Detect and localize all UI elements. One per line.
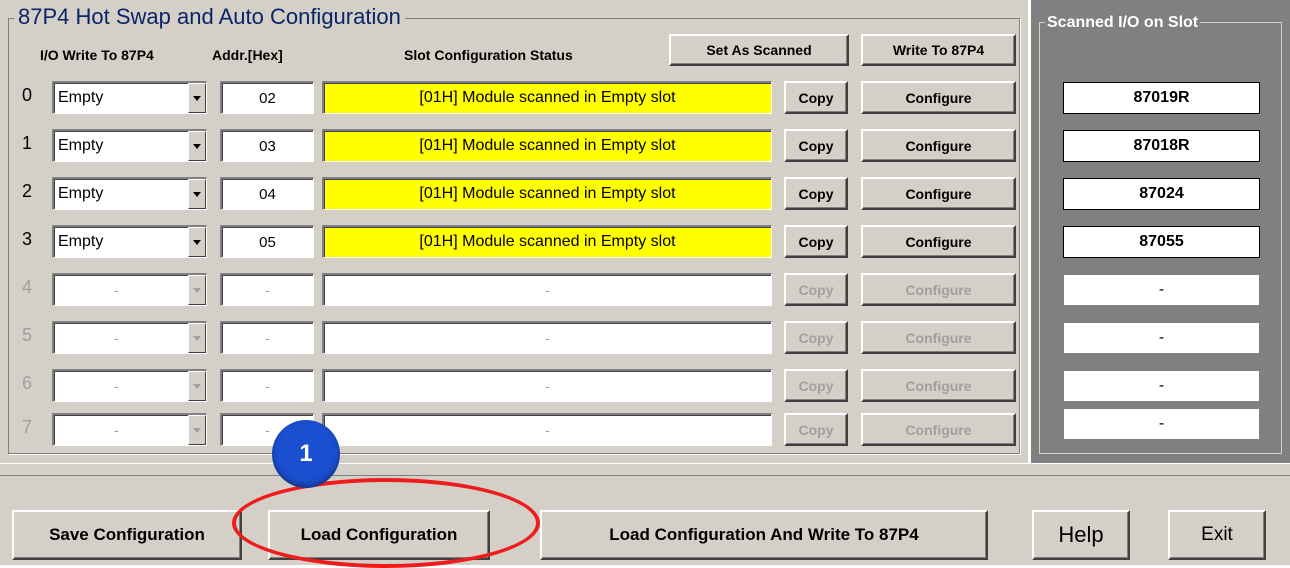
dropdown-arrow-icon[interactable] [188, 83, 206, 113]
slot-number: 0 [22, 85, 33, 105]
scanned-io-title: Scanned I/O on Slot [1045, 12, 1201, 34]
io-select-value: Empty [58, 233, 104, 250]
io-select: - [52, 321, 207, 354]
address-field: - [220, 273, 314, 306]
slot-number: 7 [22, 417, 33, 437]
io-select: - [52, 369, 207, 402]
slot-number: 4 [22, 277, 33, 297]
copy-button[interactable]: Copy [784, 177, 848, 210]
configure-button[interactable]: Configure [861, 129, 1016, 162]
slot-status-field: - [322, 369, 772, 402]
header-io-write: I/O Write To 87P4 [40, 47, 154, 63]
scanned-module-field: - [1063, 274, 1260, 306]
configure-button[interactable]: Configure [861, 81, 1016, 114]
slot-number: 6 [22, 373, 33, 393]
slot-number: 2 [22, 181, 33, 201]
address-field[interactable]: 02 [220, 81, 314, 114]
address-field[interactable]: 04 [220, 177, 314, 210]
dropdown-arrow-icon[interactable] [188, 131, 206, 161]
slot-status-field: [01H] Module scanned in Empty slot [322, 177, 772, 210]
address-field[interactable]: 03 [220, 129, 314, 162]
io-select-value: Empty [58, 185, 104, 202]
dropdown-arrow-icon [188, 275, 206, 305]
io-select[interactable]: Empty [52, 177, 207, 210]
dropdown-arrow-icon [188, 371, 206, 401]
header-slot-status: Slot Configuration Status [404, 47, 573, 63]
io-select-value: Empty [58, 89, 104, 106]
copy-button[interactable]: Copy [784, 129, 848, 162]
slot-status-field: - [322, 273, 772, 306]
configure-button: Configure [861, 321, 1016, 354]
copy-button: Copy [784, 321, 848, 354]
io-select[interactable]: Empty [52, 129, 207, 162]
dropdown-arrow-icon[interactable] [188, 179, 206, 209]
address-field[interactable]: 05 [220, 225, 314, 258]
io-select-value: - [114, 282, 119, 298]
scanned-module-field: - [1063, 370, 1260, 402]
io-select-value: - [114, 378, 119, 394]
write-to-87p4-button[interactable]: Write To 87P4 [861, 34, 1016, 66]
group-title: 87P4 Hot Swap and Auto Configuration [14, 3, 405, 31]
scanned-module-field: - [1063, 322, 1260, 354]
copy-button[interactable]: Copy [784, 225, 848, 258]
callout-number-badge: 1 [272, 420, 340, 488]
help-button[interactable]: Help [1032, 510, 1130, 560]
slot-status-field: [01H] Module scanned in Empty slot [322, 81, 772, 114]
separator [0, 463, 1290, 475]
address-field: - [220, 369, 314, 402]
configure-button[interactable]: Configure [861, 177, 1016, 210]
load-and-write-button[interactable]: Load Configuration And Write To 87P4 [540, 510, 988, 560]
dropdown-arrow-icon [188, 323, 206, 353]
io-select-value: - [114, 330, 119, 346]
slot-status-field: - [322, 321, 772, 354]
exit-button[interactable]: Exit [1168, 510, 1266, 560]
copy-button[interactable]: Copy [784, 81, 848, 114]
callout-highlight-ellipse [232, 478, 540, 568]
address-field: - [220, 321, 314, 354]
scanned-module-field: 87055 [1063, 226, 1260, 258]
dropdown-arrow-icon [188, 415, 206, 445]
slot-status-field: - [322, 413, 772, 446]
slot-status-field: [01H] Module scanned in Empty slot [322, 225, 772, 258]
configure-button: Configure [861, 369, 1016, 402]
configure-button: Configure [861, 413, 1016, 446]
scanned-module-field: 87018R [1063, 130, 1260, 162]
save-configuration-button[interactable]: Save Configuration [12, 510, 242, 560]
copy-button: Copy [784, 413, 848, 446]
copy-button: Copy [784, 369, 848, 402]
io-select[interactable]: Empty [52, 225, 207, 258]
scanned-module-field: - [1063, 408, 1260, 440]
configure-button[interactable]: Configure [861, 225, 1016, 258]
configure-button: Configure [861, 273, 1016, 306]
scanned-module-field: 87024 [1063, 178, 1260, 210]
io-select: - [52, 413, 207, 446]
slot-status-field: [01H] Module scanned in Empty slot [322, 129, 772, 162]
copy-button: Copy [784, 273, 848, 306]
dropdown-arrow-icon[interactable] [188, 227, 206, 257]
scanned-module-field: 87019R [1063, 82, 1260, 114]
slot-number: 1 [22, 133, 33, 153]
io-select[interactable]: Empty [52, 81, 207, 114]
header-addr: Addr.[Hex] [212, 47, 283, 63]
set-as-scanned-button[interactable]: Set As Scanned [669, 34, 849, 66]
io-select-value: - [114, 422, 119, 438]
slot-number: 3 [22, 229, 33, 249]
io-select: - [52, 273, 207, 306]
slot-number: 5 [22, 325, 33, 345]
io-select-value: Empty [58, 137, 104, 154]
